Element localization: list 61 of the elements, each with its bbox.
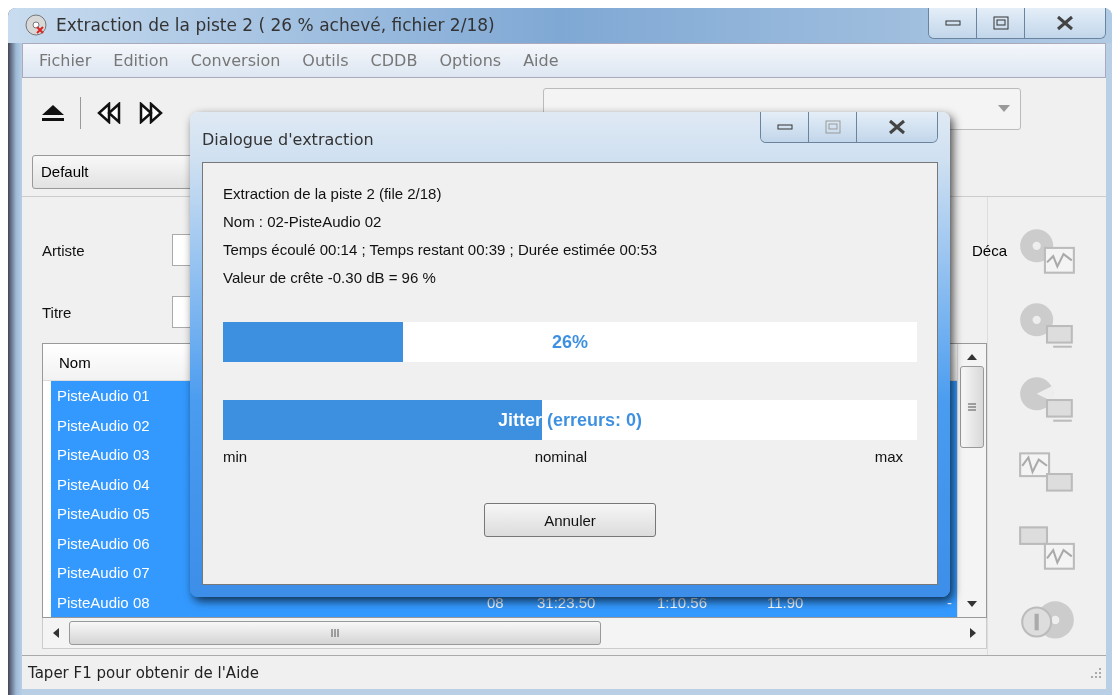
- table-cell: PisteAudio 07: [57, 564, 150, 582]
- maximize-icon: [824, 120, 841, 134]
- cancel-button[interactable]: Annuler: [484, 503, 656, 537]
- table-cell: PisteAudio 05: [57, 505, 150, 523]
- menu-item[interactable]: Outils: [302, 50, 349, 70]
- scroll-up-icon[interactable]: [967, 354, 977, 361]
- horizontal-scrollbar[interactable]: [42, 618, 987, 650]
- disc-icon: [24, 13, 48, 38]
- window-title: Extraction de la piste 2 ( 26 % achevé, fichier 2/18): [56, 15, 496, 36]
- rewind-icon[interactable]: [95, 101, 123, 124]
- scale-label: min: [223, 448, 248, 465]
- scale-label: nominal: [534, 448, 588, 465]
- table-cell: PisteAudio 06: [57, 534, 150, 552]
- field-label: Déca: [972, 241, 1008, 259]
- eject-icon[interactable]: [40, 102, 66, 123]
- table-cell: 08: [487, 593, 504, 611]
- menu-item[interactable]: Fichier: [39, 50, 92, 70]
- scrollbar-thumb[interactable]: [69, 621, 601, 646]
- table-cell: PisteAudio 08: [57, 593, 150, 611]
- table-cell: -: [947, 593, 952, 611]
- table-cell: 1:10.56: [657, 593, 708, 611]
- menu-item[interactable]: Conversion: [190, 50, 281, 70]
- table-cell: PisteAudio 01: [57, 387, 150, 405]
- dialog-title: Dialogue d'extraction: [202, 130, 374, 149]
- table-cell: 11.90: [767, 593, 804, 611]
- table-cell: 31:23.50: [537, 593, 596, 611]
- status-text: Taper F1 pour obtenir de l'Aide: [28, 663, 260, 682]
- menu-item[interactable]: Aide: [523, 50, 559, 70]
- fast-forward-icon[interactable]: [137, 101, 165, 124]
- scrollbar-thumb[interactable]: [960, 366, 984, 449]
- scroll-right-icon[interactable]: [970, 628, 976, 639]
- menu-item[interactable]: CDDB: [370, 50, 418, 70]
- close-icon: [1055, 15, 1075, 31]
- info-text: Valeur de crête -0.30 dB = 96 %: [223, 269, 437, 286]
- minimize-icon: [944, 19, 961, 27]
- field-label: Titre: [42, 303, 73, 321]
- maximize-button[interactable]: [809, 112, 857, 142]
- minimize-button[interactable]: [761, 112, 809, 142]
- column-header[interactable]: Nom: [59, 353, 91, 371]
- table-cell: PisteAudio 02: [57, 416, 150, 434]
- close-button[interactable]: [1025, 8, 1105, 38]
- table-cell: PisteAudio 03: [57, 446, 150, 464]
- vertical-scrollbar[interactable]: [957, 344, 986, 618]
- minimize-button[interactable]: [929, 8, 977, 38]
- info-text: Temps écoulé 00:14 ; Temps restant 00:39 ; Durée estimée 00:53: [223, 241, 659, 258]
- caret-icon: [998, 105, 1010, 113]
- close-icon: [887, 119, 907, 135]
- maximize-button[interactable]: [977, 8, 1025, 38]
- menu-item[interactable]: Options: [439, 50, 502, 70]
- table-cell: PisteAudio 04: [57, 475, 150, 493]
- resize-grip-icon[interactable]: [1090, 666, 1102, 679]
- info-text: Nom : 02-PisteAudio 02: [223, 213, 383, 230]
- menu-item[interactable]: Edition: [113, 50, 169, 70]
- scroll-left-icon[interactable]: [53, 628, 59, 639]
- minimize-icon: [776, 123, 793, 131]
- scroll-down-icon[interactable]: [967, 601, 977, 608]
- info-text: Extraction de la piste 2 (file 2/18): [223, 185, 443, 202]
- field-label: Artiste: [42, 241, 86, 259]
- scale-label: max: [874, 448, 903, 465]
- maximize-icon: [992, 16, 1009, 30]
- close-button[interactable]: [857, 112, 937, 142]
